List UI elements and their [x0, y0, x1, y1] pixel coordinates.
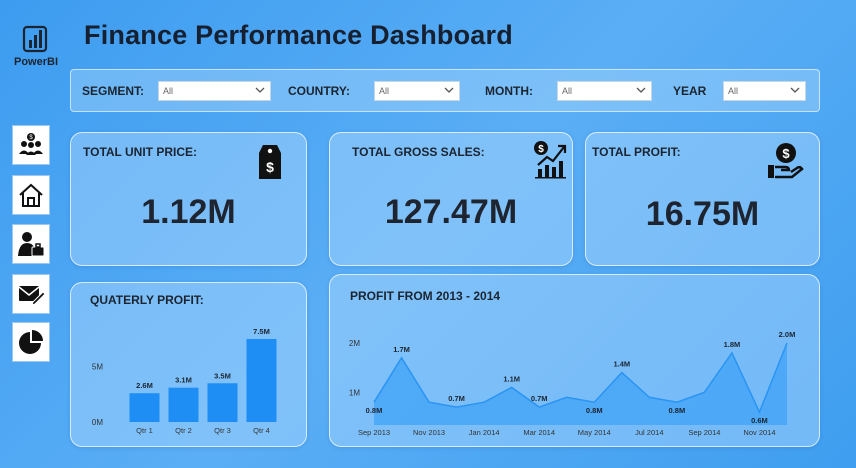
- chevron-down-icon: [255, 87, 265, 93]
- x-tick-label: Qtr 2: [175, 426, 192, 435]
- filter-bar: SEGMENT: All COUNTRY: All MONTH: All YEA…: [70, 69, 820, 112]
- segment-label: SEGMENT:: [82, 84, 145, 98]
- data-label: 3.5M: [214, 371, 231, 380]
- y-tick-label: 1M: [349, 388, 360, 397]
- businessman-icon: [18, 232, 45, 257]
- kpi-value: 1.12M: [141, 193, 236, 231]
- y-tick-label: 5M: [92, 363, 103, 372]
- kpi-card-profit: TOTAL PROFIT: $ 16.75M: [585, 132, 820, 266]
- x-tick-label: Qtr 4: [253, 426, 270, 435]
- data-label: 3.1M: [175, 376, 192, 385]
- kpi-title: TOTAL UNIT PRICE:: [83, 145, 197, 159]
- profit-trend-card: PROFIT FROM 2013 - 2014 1M 2M 0.8M 1.7M 0.7M…: [329, 274, 820, 447]
- nav-pie-button[interactable]: [12, 322, 50, 362]
- x-tick-label: Nov 2014: [743, 428, 775, 437]
- kpi-value: 16.75M: [645, 195, 760, 233]
- kpi-card-gross-sales: TOTAL GROSS SALES: $ 127.47M: [329, 132, 573, 266]
- year-label: YEAR: [673, 84, 707, 98]
- data-label: 0.8M: [669, 406, 686, 415]
- data-label: 1.4M: [613, 360, 630, 369]
- data-label: 1.8M: [724, 340, 741, 349]
- price-tag-icon: $: [259, 145, 281, 179]
- data-label: 1.1M: [503, 374, 520, 383]
- year-value: All: [728, 86, 739, 96]
- data-label: 0.7M: [448, 394, 465, 403]
- segment-dropdown[interactable]: All: [158, 81, 271, 101]
- logo-text: PowerBI: [13, 56, 58, 68]
- growth-chart-icon: $: [534, 141, 567, 179]
- country-label: COUNTRY:: [288, 84, 350, 98]
- quarterly-profit-chart: 0M 5M 2.6M Qtr 1 3.1M Qtr 2 3.5M Qtr 3 7.5M Qtr 4: [92, 327, 277, 435]
- x-tick-label: Mar 2014: [523, 428, 555, 437]
- series-area: [374, 343, 787, 425]
- page-title: Finance Performance Dashboard: [84, 20, 513, 50]
- data-label: 7.5M: [253, 327, 270, 336]
- nav-business-button[interactable]: [12, 224, 50, 264]
- kpi-value: 127.47M: [384, 193, 518, 231]
- country-value: All: [379, 86, 390, 96]
- segment-value: All: [163, 86, 174, 96]
- chevron-down-icon: [790, 87, 800, 93]
- x-tick-label: Qtr 3: [214, 426, 231, 435]
- data-label: 0.7M: [531, 394, 548, 403]
- kpi-title: TOTAL GROSS SALES:: [352, 145, 485, 159]
- powerbi-logo: PowerBI: [8, 24, 64, 68]
- svg-text:$: $: [266, 159, 274, 175]
- x-tick-label: Nov 2013: [413, 428, 445, 437]
- mail-edit-icon: [18, 286, 45, 306]
- hand-money-icon: $: [768, 143, 804, 179]
- home-icon: [19, 183, 43, 207]
- bar: [129, 393, 160, 422]
- country-dropdown[interactable]: All: [374, 81, 460, 101]
- people-money-icon: $: [19, 133, 43, 155]
- y-tick-label: 2M: [349, 339, 360, 348]
- y-tick-label: 0M: [92, 418, 103, 427]
- bar: [168, 387, 199, 422]
- data-label: 1.7M: [393, 345, 410, 354]
- x-tick-label: May 2014: [578, 428, 611, 437]
- chevron-down-icon: [636, 87, 646, 93]
- chevron-down-icon: [444, 87, 454, 93]
- svg-text:$: $: [538, 144, 544, 155]
- powerbi-logo-icon: [22, 25, 48, 53]
- quarterly-profit-card: QUATERLY PROFIT: 0M 5M 2.6M Qtr 1 3.1M Qtr 23…: [70, 282, 307, 447]
- x-tick-label: Qtr 1: [136, 426, 153, 435]
- x-tick-label: Sep 2014: [688, 428, 720, 437]
- bar: [207, 383, 238, 422]
- nav-people-button[interactable]: $: [12, 125, 50, 165]
- x-tick-label: Jan 2014: [469, 428, 500, 437]
- data-label: 2.0M: [779, 330, 796, 339]
- month-value: All: [562, 86, 573, 96]
- pie-chart-icon: [19, 330, 43, 354]
- data-label: 0.8M: [366, 406, 383, 415]
- month-dropdown[interactable]: All: [557, 81, 652, 101]
- nav-mail-button[interactable]: [12, 274, 50, 314]
- data-label: 2.6M: [136, 381, 153, 390]
- nav-home-button[interactable]: [12, 175, 50, 215]
- kpi-card-unit-price: TOTAL UNIT PRICE: $ 1.12M: [70, 132, 307, 266]
- data-label: 0.6M: [751, 416, 768, 425]
- x-tick-label: Jul 2014: [635, 428, 663, 437]
- profit-trend-chart: 1M 2M 0.8M 1.7M 0.7M 1.1M 0.7M 0.8M 1.4M 0.8M 1.8M…: [349, 330, 796, 437]
- year-dropdown[interactable]: All: [723, 81, 806, 101]
- kpi-title: TOTAL PROFIT:: [592, 145, 681, 159]
- svg-text:$: $: [782, 146, 790, 161]
- data-label: 0.8M: [586, 406, 603, 415]
- month-label: MONTH:: [485, 84, 533, 98]
- bar: [246, 339, 277, 422]
- x-tick-label: Sep 2013: [358, 428, 390, 437]
